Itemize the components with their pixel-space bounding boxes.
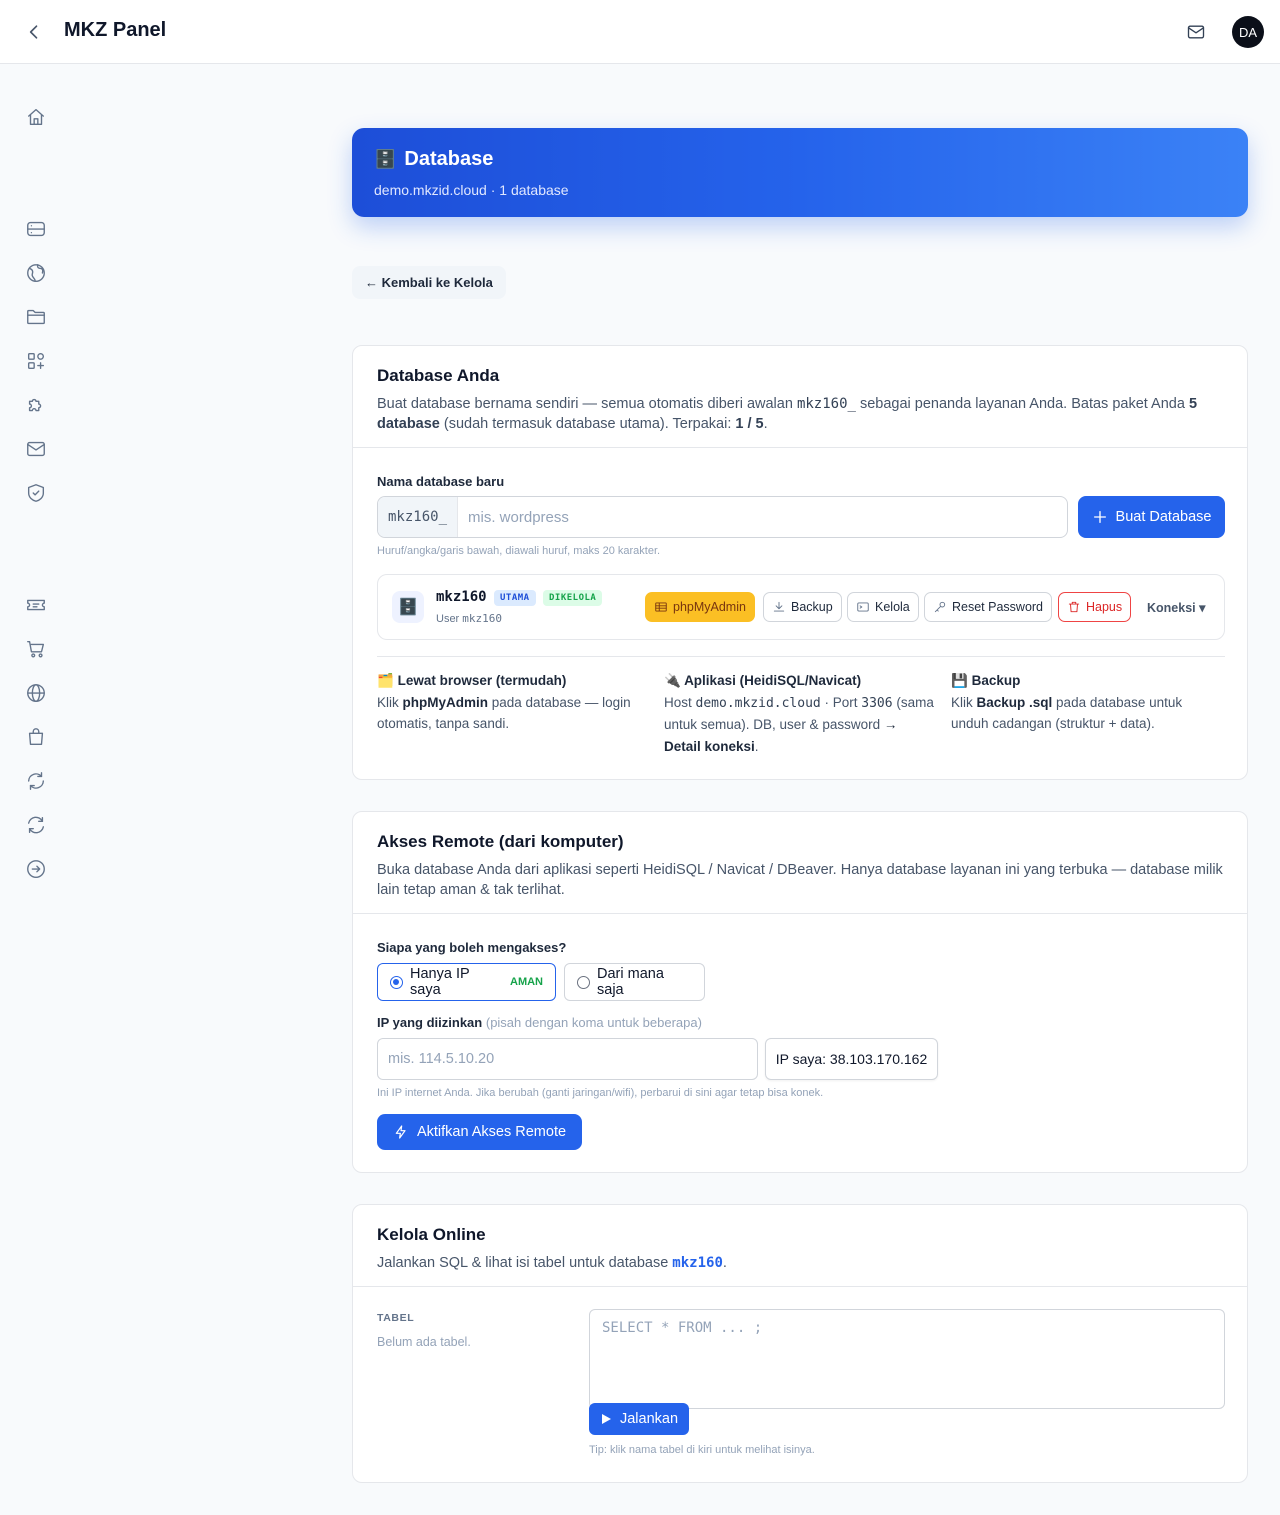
world-icon[interactable] bbox=[24, 681, 48, 705]
database-prefix: mkz160_ bbox=[378, 497, 459, 537]
card-title: Database Anda bbox=[377, 366, 500, 385]
use-my-ip-button[interactable]: IP saya: 38.103.170.162 bbox=[765, 1038, 938, 1080]
sync-icon[interactable] bbox=[24, 813, 48, 837]
floppy-disk-icon: 💾 bbox=[951, 673, 968, 688]
radio-my-ip-only[interactable]: Hanya IP saya AMAN bbox=[377, 963, 556, 1001]
card-description: Buat database bernama sendiri — semua ot… bbox=[377, 396, 1198, 432]
globe-icon[interactable] bbox=[24, 261, 48, 285]
refresh-icon[interactable] bbox=[24, 769, 48, 793]
back-arrow-icon[interactable] bbox=[22, 20, 46, 44]
managed-badge: DIKELOLA bbox=[543, 590, 603, 606]
no-tables-text: Belum ada tabel. bbox=[377, 1335, 471, 1349]
shield-icon[interactable] bbox=[24, 481, 48, 505]
phpmyadmin-button[interactable]: phpMyAdmin bbox=[645, 592, 755, 622]
activate-remote-button[interactable]: Aktifkan Akses Remote bbox=[377, 1114, 582, 1150]
page-header-banner: 🗄️ Database demo.mkzid.cloud · 1 databas… bbox=[352, 128, 1248, 217]
allowed-ip-label: IP yang diizinkan (pisah dengan koma unt… bbox=[377, 1015, 702, 1030]
new-database-label: Nama database baru bbox=[377, 474, 505, 489]
back-to-manage-button[interactable]: ← Kembali ke Kelola bbox=[352, 266, 506, 299]
ip-hint: Ini IP internet Anda. Jika berubah (gant… bbox=[377, 1087, 824, 1099]
database-cabinet-icon: 🗄️ bbox=[392, 591, 424, 623]
trash-icon bbox=[1068, 601, 1080, 613]
plug-icon: 🔌 bbox=[664, 673, 681, 688]
radio-anywhere[interactable]: Dari mana saja bbox=[564, 963, 705, 1001]
connection-dropdown[interactable]: Koneksi ▾ bbox=[1138, 592, 1215, 622]
terminal-icon bbox=[857, 602, 869, 612]
top-bar: MKZ Panel DA bbox=[0, 0, 1280, 64]
bag-icon[interactable] bbox=[24, 725, 48, 749]
main-badge: UTAMA bbox=[494, 590, 536, 606]
card-description: Buka database Anda dari aplikasi seperti… bbox=[377, 862, 1223, 898]
app-title: MKZ Panel bbox=[64, 19, 167, 41]
card-title: Akses Remote (dari komputer) bbox=[377, 832, 624, 851]
safe-badge: AMAN bbox=[510, 976, 543, 988]
mail-icon[interactable] bbox=[24, 437, 48, 461]
page-title: 🗄️ Database bbox=[374, 148, 494, 170]
server-icon[interactable] bbox=[24, 217, 48, 241]
create-database-button[interactable]: Buat Database bbox=[1078, 496, 1225, 538]
sql-editor[interactable]: SELECT * FROM ... ; bbox=[589, 1309, 1225, 1409]
database-cabinet-icon: 🗄️ bbox=[374, 149, 397, 169]
info-backup: 💾 Backup Klik Backup .sql pada database … bbox=[951, 673, 1183, 731]
radio-selected-icon bbox=[390, 975, 403, 989]
remote-access-card: Akses Remote (dari komputer) Buka databa… bbox=[352, 811, 1248, 1173]
page-subtitle: demo.mkzid.cloud · 1 database bbox=[374, 182, 569, 198]
divider bbox=[377, 656, 1225, 657]
avatar[interactable]: DA bbox=[1232, 16, 1264, 48]
database-row: 🗄️ mkz160 UTAMA DIKELOLA User mkz160 php… bbox=[377, 574, 1225, 640]
key-icon bbox=[934, 601, 946, 613]
databases-card: Database Anda Buat database bernama send… bbox=[352, 345, 1248, 780]
info-browser: 🗂️ Lewat browser (termudah) Klik phpMyAd… bbox=[377, 673, 631, 731]
card-description: Jalankan SQL & lihat isi tabel untuk dat… bbox=[377, 1255, 727, 1271]
manage-button[interactable]: Kelola bbox=[847, 592, 919, 622]
card-title: Kelola Online bbox=[377, 1225, 486, 1244]
apps-icon[interactable] bbox=[24, 349, 48, 373]
play-icon bbox=[601, 1414, 611, 1424]
delete-button[interactable]: Hapus bbox=[1058, 592, 1132, 622]
new-database-input-group: mkz160_ mis. wordpress bbox=[377, 496, 1068, 538]
reset-password-button[interactable]: Reset Password bbox=[924, 592, 1053, 622]
folder-icon: 🗂️ bbox=[377, 673, 394, 688]
sidebar bbox=[0, 65, 72, 1515]
run-sql-button[interactable]: Jalankan bbox=[589, 1403, 689, 1435]
database-name: mkz160 bbox=[436, 589, 487, 605]
folder-icon[interactable] bbox=[24, 305, 48, 329]
logout-icon[interactable] bbox=[24, 857, 48, 881]
radio-unselected-icon bbox=[577, 975, 590, 989]
lightning-icon bbox=[395, 1125, 406, 1139]
cart-icon[interactable] bbox=[24, 637, 48, 661]
info-app: 🔌 Aplikasi (HeidiSQL/Navicat) Host demo.… bbox=[664, 673, 934, 754]
table-icon bbox=[655, 602, 667, 612]
puzzle-icon[interactable] bbox=[24, 393, 48, 417]
home-icon[interactable] bbox=[24, 105, 48, 129]
online-manager-card: Kelola Online Jalankan SQL & lihat isi t… bbox=[352, 1204, 1248, 1483]
download-icon bbox=[773, 601, 785, 612]
name-hint: Huruf/angka/garis bawah, diawali huruf, … bbox=[377, 545, 661, 557]
allowed-ip-input[interactable]: mis. 114.5.10.20 bbox=[377, 1038, 758, 1080]
tip-text: Tip: klik nama tabel di kiri untuk melih… bbox=[589, 1444, 815, 1456]
plus-icon bbox=[1093, 511, 1106, 523]
ticket-icon[interactable] bbox=[24, 593, 48, 617]
access-scope-label: Siapa yang boleh mengakses? bbox=[377, 940, 567, 955]
backup-button[interactable]: Backup bbox=[763, 592, 842, 622]
mail-icon[interactable] bbox=[1184, 20, 1208, 44]
new-database-input[interactable]: mis. wordpress bbox=[458, 497, 1067, 537]
database-user: User mkz160 bbox=[436, 612, 503, 625]
tables-label: TABEL bbox=[377, 1312, 415, 1324]
